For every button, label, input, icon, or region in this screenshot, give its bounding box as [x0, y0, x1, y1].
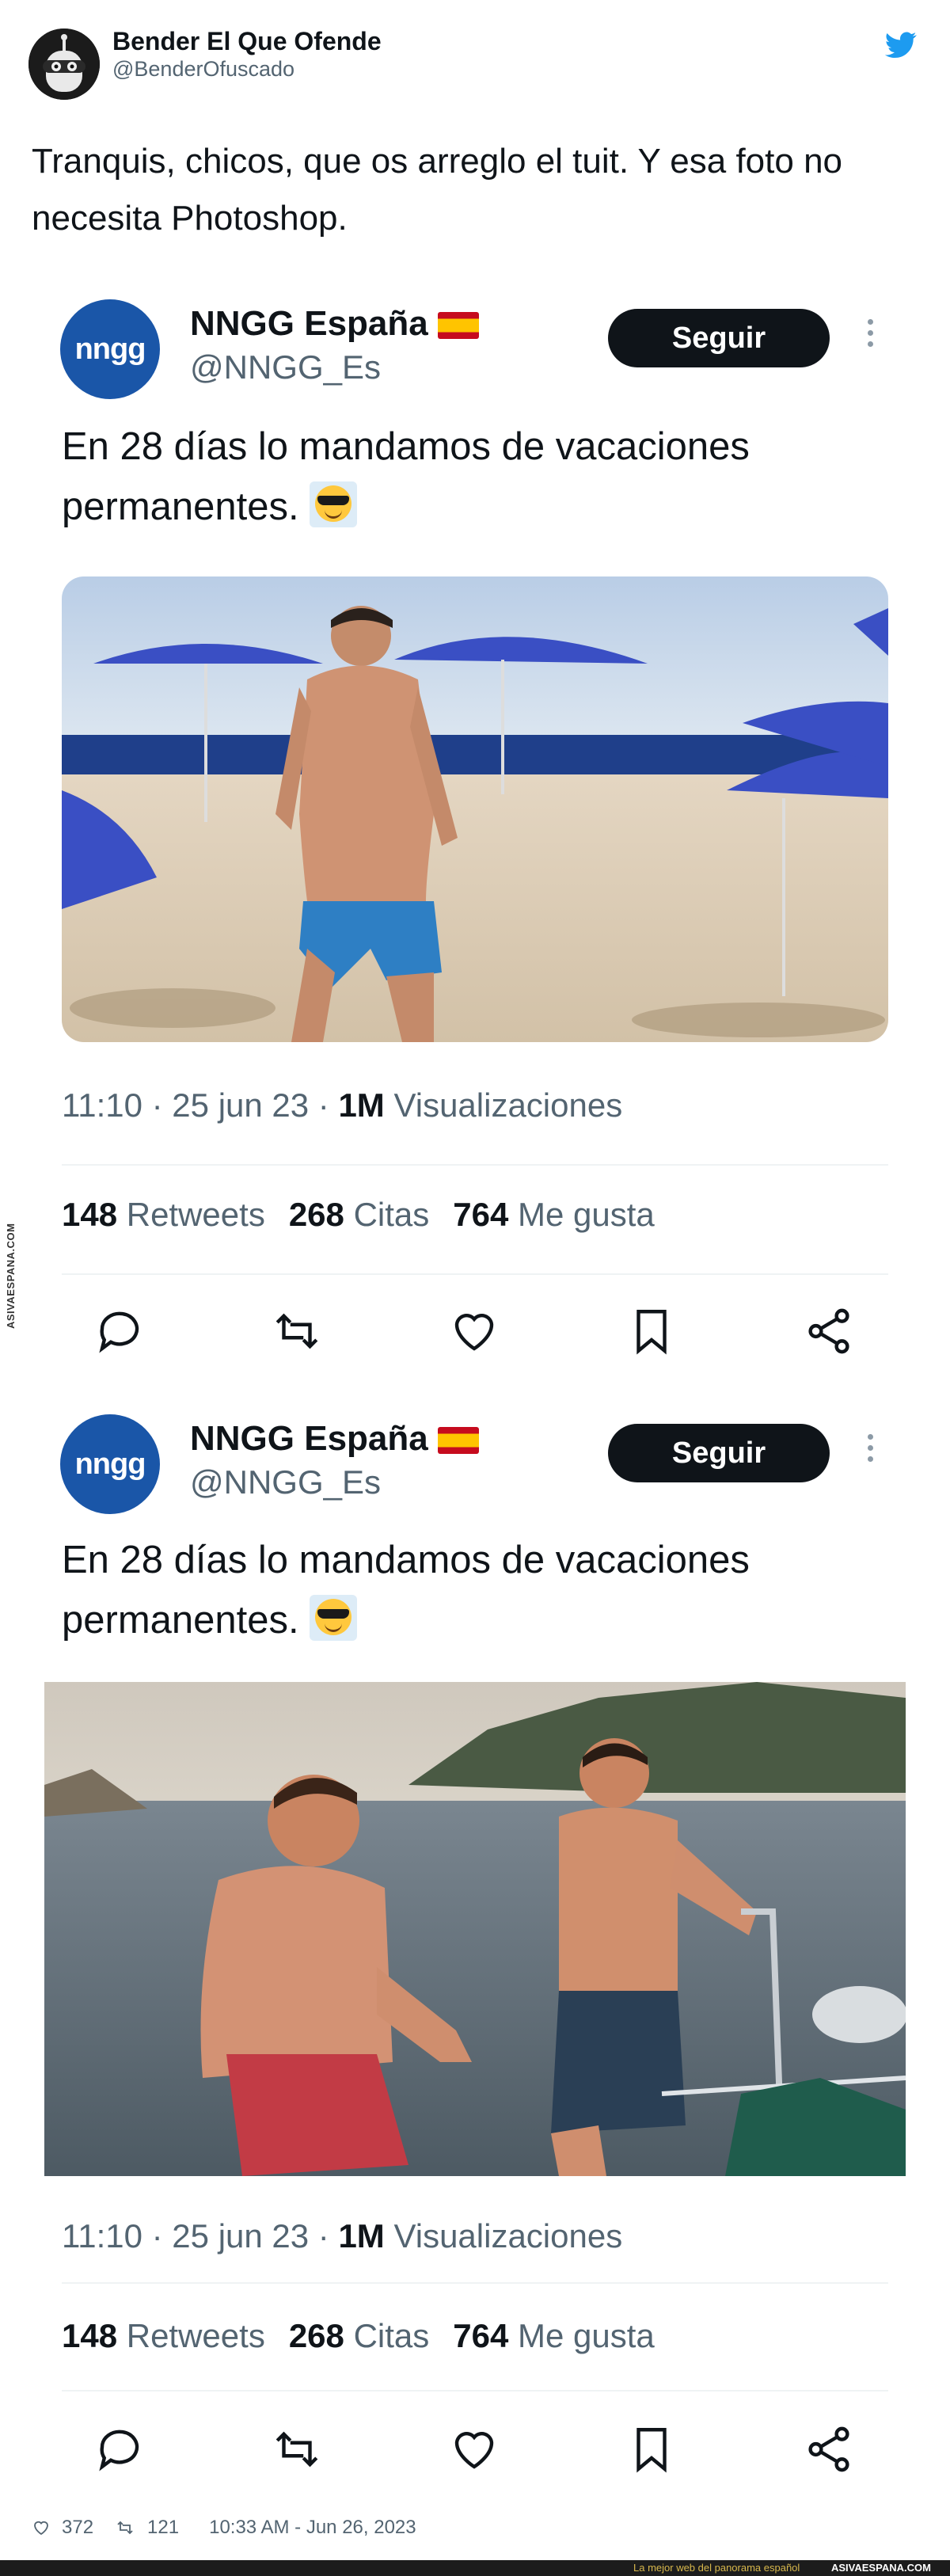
tweet-stats: 148 Retweets 268 Citas 764 Me gusta [62, 2317, 655, 2355]
likes-stat[interactable]: 764 Me gusta [453, 2317, 655, 2354]
footer-tagline: La mejor web del panorama español [633, 2562, 800, 2574]
like-icon[interactable] [32, 2518, 51, 2537]
quotes-label: Citas [344, 1196, 430, 1233]
tweet-stats: 148 Retweets 268 Citas 764 Me gusta [62, 1196, 655, 1234]
reply-icon[interactable] [93, 1305, 146, 1357]
retweets-stat[interactable]: 148 Retweets [62, 1196, 265, 1233]
bookmark-icon[interactable] [625, 2423, 678, 2475]
tweet-actions [0, 2423, 950, 2487]
retweets-label: Retweets [117, 1196, 265, 1233]
flag-spain-icon [437, 1427, 479, 1455]
views-count: 1M [338, 2217, 385, 2254]
author-avatar[interactable] [28, 29, 100, 100]
retweets-count: 148 [62, 2317, 118, 2354]
quoted-tweet-text-body: En 28 días lo mandamos de vacaciones per… [62, 425, 750, 528]
nngg-avatar[interactable]: nngg [60, 1414, 160, 1514]
beach-photo-image [62, 576, 888, 1042]
like-icon[interactable] [448, 2423, 500, 2475]
retweet-icon[interactable] [114, 2518, 136, 2537]
outer-retweets-count: 121 [147, 2517, 180, 2538]
tweet-time[interactable]: 11:10 · 25 jun 23 · [62, 1086, 338, 1124]
divider [62, 2282, 888, 2284]
outer-likes-count: 372 [62, 2517, 94, 2538]
tweet-actions [0, 1305, 950, 1368]
retweet-icon[interactable] [271, 2423, 323, 2475]
quoted-tweet-1[interactable]: nngg NNGG España @NNGG_Es Seguir En 28 d… [0, 293, 950, 1370]
bender-avatar-icon [28, 29, 100, 100]
share-icon[interactable] [803, 2423, 855, 2475]
sunglasses-emoji-icon [310, 1595, 358, 1641]
quoted-author-handle[interactable]: @NNGG_Es [190, 1463, 381, 1501]
sunglasses-emoji-icon [310, 481, 358, 527]
follow-button[interactable]: Seguir [608, 309, 830, 367]
divider [62, 1273, 888, 1275]
twitter-bird-icon[interactable] [885, 32, 917, 59]
reply-icon[interactable] [93, 2423, 146, 2475]
quoted-author-name-text: NNGG España [190, 1419, 428, 1458]
retweets-stat[interactable]: 148 Retweets [62, 2317, 265, 2354]
avatar-label: nngg [74, 1447, 146, 1481]
quoted-author-name[interactable]: NNGG España [190, 1419, 479, 1459]
quoted-tweet-text-body: En 28 días lo mandamos de vacaciones per… [62, 1539, 750, 1642]
author-name[interactable]: Bender El Que Ofende [112, 27, 382, 56]
quoted-tweet-text: En 28 días lo mandamos de vacaciones per… [62, 417, 901, 537]
flag-spain-icon [437, 312, 479, 340]
footer-watermark-bar [0, 2560, 950, 2576]
quoted-tweet-text: En 28 días lo mandamos de vacaciones per… [62, 1530, 901, 1650]
retweets-count: 148 [62, 1196, 118, 1233]
retweet-icon[interactable] [271, 1305, 323, 1357]
follow-button[interactable]: Seguir [608, 1424, 830, 1482]
quoted-author-name[interactable]: NNGG España [190, 304, 479, 344]
nngg-avatar[interactable]: nngg [60, 299, 160, 399]
views-count: 1M [338, 1086, 385, 1124]
boat-photo[interactable] [44, 1682, 906, 2176]
like-icon[interactable] [448, 1305, 500, 1357]
share-icon[interactable] [803, 1305, 855, 1357]
quotes-stat[interactable]: 268 Citas [289, 2317, 429, 2354]
quotes-count: 268 [288, 2317, 344, 2354]
boat-photo-image [44, 1682, 906, 2176]
likes-stat[interactable]: 764 Me gusta [453, 1196, 655, 1233]
quotes-label: Citas [344, 2317, 430, 2354]
tweet-meta: 11:10 · 25 jun 23 · 1M Visualizaciones [62, 2217, 622, 2255]
quoted-author-handle[interactable]: @NNGG_Es [190, 348, 381, 386]
beach-photo[interactable] [62, 576, 888, 1042]
more-icon[interactable] [863, 1429, 877, 1476]
likes-count: 764 [453, 1196, 509, 1233]
likes-label: Me gusta [508, 2317, 655, 2354]
views-label: Visualizaciones [384, 2217, 623, 2254]
quoted-tweet-2[interactable]: nngg NNGG España @NNGG_Es Seguir En 28 d… [0, 1408, 950, 2473]
quoted-author-name-text: NNGG España [190, 304, 428, 343]
views-label: Visualizaciones [384, 1086, 623, 1124]
author-handle[interactable]: @BenderOfuscado [112, 57, 294, 82]
likes-count: 764 [453, 2317, 509, 2354]
tweet-text: Tranquis, chicos, que os arreglo el tuit… [32, 142, 843, 238]
likes-label: Me gusta [508, 1196, 655, 1233]
divider [62, 1164, 888, 1166]
divider [62, 2390, 888, 2391]
quotes-stat[interactable]: 268 Citas [289, 1196, 429, 1233]
avatar-label: nngg [74, 332, 146, 366]
more-icon[interactable] [863, 314, 877, 361]
tweet-time[interactable]: 11:10 · 25 jun 23 · [62, 2217, 338, 2254]
retweets-label: Retweets [117, 2317, 265, 2354]
outer-tweet-footer: 372 121 10:33 AM - Jun 26, 2023 [32, 2517, 416, 2539]
outer-timestamp[interactable]: 10:33 AM - Jun 26, 2023 [209, 2517, 416, 2539]
quotes-count: 268 [288, 1196, 344, 1233]
tweet-meta: 11:10 · 25 jun 23 · 1M Visualizaciones [62, 1086, 622, 1124]
footer-site[interactable]: ASIVAESPANA.COM [831, 2562, 931, 2574]
bookmark-icon[interactable] [625, 1305, 678, 1357]
